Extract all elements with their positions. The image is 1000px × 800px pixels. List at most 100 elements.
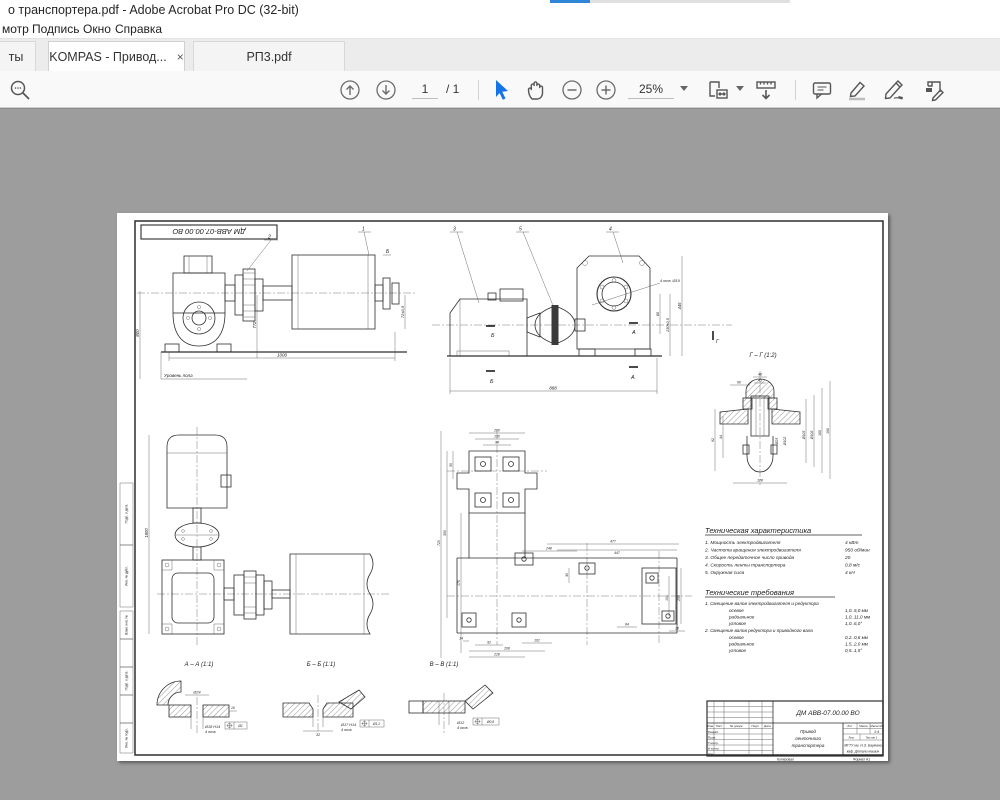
tab-kompas-active[interactable]: KOMPAS - Привод... × — [48, 41, 185, 72]
comment-tool-icon[interactable] — [810, 78, 834, 102]
svg-text:2. Частота вращения электродви: 2. Частота вращения электродвигателя — [704, 548, 801, 554]
svg-text:190: 190 — [826, 428, 830, 434]
detail-bb: 32 Ø17 Н14 4 отв. Ø1,2 — [283, 690, 384, 737]
page-number-input[interactable]: 1 — [412, 80, 438, 99]
title-bar: о транспортера.pdf - Adobe Acrobat Pro D… — [0, 0, 1000, 20]
hand-tool-icon[interactable] — [524, 78, 548, 102]
view-mark-b: Б — [386, 249, 390, 255]
menu-item-sign[interactable]: Подпись — [32, 22, 80, 36]
page-count-label: / 1 — [446, 82, 459, 96]
loading-progress-fill — [550, 0, 590, 3]
tab-close-icon[interactable]: × — [177, 42, 184, 72]
format-label: Формат А1 — [853, 758, 870, 762]
svg-text:радиальное: радиальное — [728, 642, 755, 647]
fit-width-icon[interactable] — [706, 78, 730, 102]
edit-pdf-icon[interactable] — [922, 78, 946, 102]
toolbar-divider — [478, 80, 479, 100]
select-tool-icon[interactable] — [490, 78, 514, 102]
tab-tools-partial[interactable]: ты — [0, 41, 36, 72]
svg-text:осевое: осевое — [729, 608, 744, 613]
svg-text:102: 102 — [534, 639, 540, 643]
zoom-dropdown-caret[interactable] — [680, 86, 688, 91]
svg-text:Лист: Лист — [716, 724, 723, 728]
svg-text:445: 445 — [677, 302, 682, 310]
highlight-tool-icon[interactable] — [845, 78, 869, 102]
menu-item-window[interactable]: Окно — [83, 22, 111, 36]
svg-text:60: 60 — [737, 381, 741, 385]
section-labels: А – А (1:1) Б – Б (1:1) В – В (1:1) — [184, 662, 459, 668]
svg-text:Ø25: Ø25 — [775, 438, 779, 446]
svg-text:1800: 1800 — [144, 528, 149, 538]
svg-text:20: 20 — [844, 555, 851, 561]
svg-text:14: 14 — [459, 637, 463, 641]
svg-text:160: 160 — [818, 430, 822, 436]
svg-text:Ø102: Ø102 — [783, 437, 787, 447]
search-icon[interactable] — [8, 78, 32, 102]
previous-page-icon[interactable] — [338, 78, 362, 102]
callout-4: 4 — [606, 227, 623, 264]
menu-bar: мотр Подпись Окно Справка — [0, 20, 1000, 38]
section-title-bb: Б – Б (1:1) — [307, 662, 336, 668]
menu-item-help[interactable]: Справка — [115, 22, 162, 36]
svg-text:Утв.: Утв. — [708, 752, 714, 756]
svg-text:3. Общее передаточное число пр: 3. Общее передаточное число привода — [705, 555, 795, 561]
svg-text:каф. Детали машин: каф. Детали машин — [847, 750, 880, 754]
next-page-icon[interactable] — [374, 78, 398, 102]
svg-text:4 кН: 4 кН — [845, 570, 855, 576]
tab-label: KOMPAS - Привод... — [49, 50, 166, 64]
svg-text:1000: 1000 — [277, 353, 288, 358]
svg-text:Ø108: Ø108 — [810, 431, 814, 441]
svg-text:208: 208 — [503, 647, 510, 651]
callout-1: 1 — [358, 227, 371, 256]
svg-text:4 отв.: 4 отв. — [205, 730, 216, 734]
svg-text:16: 16 — [231, 706, 235, 710]
svg-text:72±0,5: 72±0,5 — [400, 305, 405, 318]
stamp-text: ДМ АВВ-07.00.00 ВО — [172, 227, 246, 236]
svg-text:4 кВт: 4 кВт — [845, 540, 858, 546]
zoom-out-icon[interactable] — [560, 78, 584, 102]
margin-stamp-columns: Подп. и дата Инв. № дубл. Взам. инв. № П… — [120, 483, 133, 753]
position-tolerance-frame: Ø1 — [225, 722, 247, 729]
document-canvas[interactable]: .ln { stroke:#2e2e2e; stroke-width:0.8; … — [0, 108, 1000, 800]
floor-note: Уровень пола — [164, 373, 193, 378]
bolt-circle-note: 4 отв. Ø19 — [660, 279, 681, 283]
detail-aa: Ø24 16 Ø18 Н14 4 отв. Ø1 — [157, 681, 247, 735]
svg-text:Ø12: Ø12 — [456, 721, 465, 725]
svg-text:1:4: 1:4 — [874, 730, 879, 734]
tab-rpz[interactable]: РП3.pdf — [193, 41, 345, 72]
zoom-level-input[interactable]: 25% — [628, 80, 674, 99]
plan-dimension: 1800 — [144, 435, 149, 634]
detail-vv: Ø12 4 отв. Ø0,8 — [409, 685, 499, 733]
title-block-designation: ДМ АВВ-07.00.00 ВО — [795, 710, 859, 717]
view-main-side: 2 1 Б 800 772 72±0,5 1 — [135, 227, 417, 380]
section-marks: Б Б А А Г Г — [486, 323, 888, 387]
section-title-gg: Г – Г (1:2) — [749, 353, 776, 359]
fill-sign-icon[interactable] — [882, 78, 906, 102]
svg-text:Лит.: Лит. — [847, 724, 852, 728]
acrobat-window: { "window": { "title": "о транспортера.p… — [0, 0, 1000, 800]
svg-text:0,8 м/с: 0,8 м/с — [845, 563, 861, 569]
svg-text:477: 477 — [610, 540, 616, 544]
svg-text:Г: Г — [716, 339, 720, 345]
svg-text:1,5..2,0 мм: 1,5..2,0 мм — [845, 642, 869, 647]
svg-text:радиальное: радиальное — [728, 615, 755, 620]
margin-label: Подп. и дата — [125, 504, 129, 523]
zoom-in-icon[interactable] — [594, 78, 618, 102]
section-title-aa: А – А (1:1) — [184, 662, 214, 668]
pdf-page[interactable]: .ln { stroke:#2e2e2e; stroke-width:0.8; … — [117, 213, 888, 761]
view-gg-section: Г – Г (1:2) 48 45 60 — [711, 353, 830, 485]
svg-text:92: 92 — [487, 641, 491, 645]
fit-dropdown-caret[interactable] — [736, 86, 744, 91]
svg-text:Б: Б — [490, 379, 494, 385]
title-block: Изм. Лист № докум. Подп. Дата Разраб. Пр… — [707, 701, 883, 761]
menu-item-view[interactable]: мотр — [2, 22, 29, 36]
svg-text:2. Смещение валов редуктора и: 2. Смещение валов редуктора и приводного… — [704, 628, 813, 633]
tech-characteristics: Техническая характеристика 1. Мощность э… — [704, 526, 870, 576]
svg-text:Подп.: Подп. — [752, 724, 760, 728]
ruler-tool-icon[interactable] — [754, 78, 778, 102]
svg-text:Ø1: Ø1 — [237, 724, 243, 728]
svg-text:1,0..6,0°: 1,0..6,0° — [845, 621, 862, 626]
engineering-drawing: .ln { stroke:#2e2e2e; stroke-width:0.8; … — [117, 213, 888, 761]
svg-text:4 отв.: 4 отв. — [457, 726, 468, 730]
svg-text:А: А — [631, 330, 636, 336]
